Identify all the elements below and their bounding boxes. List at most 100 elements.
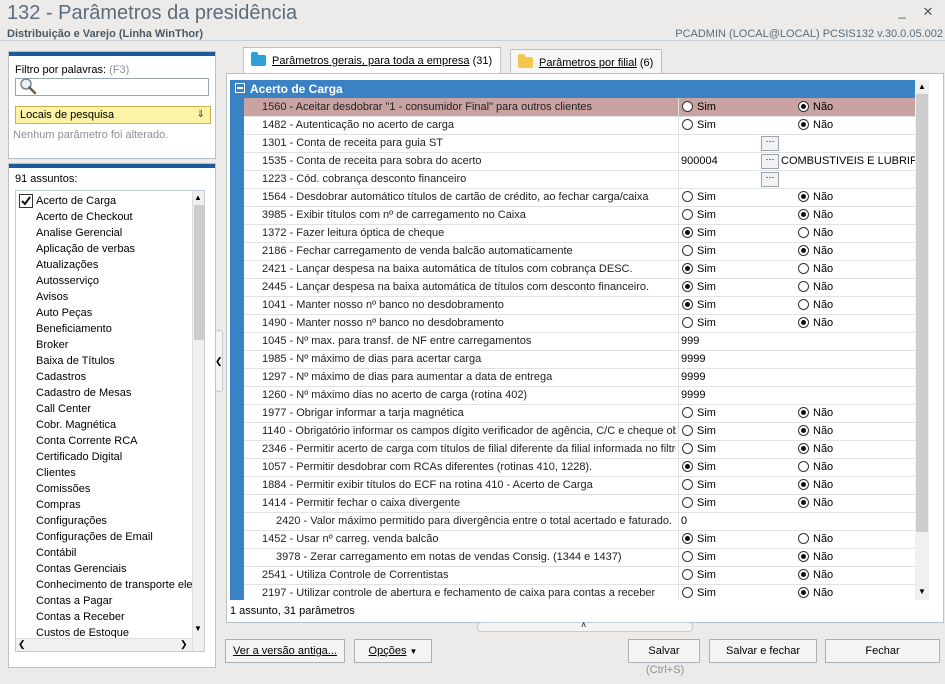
- nao-radio[interactable]: [798, 443, 809, 454]
- text-value[interactable]: 0: [681, 512, 687, 530]
- tab-general-parameters[interactable]: Parâmetros gerais, para toda a empresa (…: [243, 47, 502, 75]
- subject-item[interactable]: Broker: [36, 337, 68, 353]
- parameter-row[interactable]: 3978 - Zerar carregamento em notas de ve…: [244, 548, 915, 567]
- sim-radio[interactable]: [682, 443, 693, 454]
- text-value[interactable]: 9999: [681, 368, 705, 386]
- nao-radio[interactable]: [798, 299, 809, 310]
- nao-radio[interactable]: [798, 191, 809, 202]
- parameter-row[interactable]: 1560 - Aceitar desdobrar "1 - consumidor…: [244, 98, 915, 117]
- close-window-button[interactable]: ✕: [919, 4, 937, 20]
- sim-radio[interactable]: [682, 551, 693, 562]
- sim-radio[interactable]: [682, 281, 693, 292]
- subject-item[interactable]: Contábil: [36, 545, 76, 561]
- sim-radio[interactable]: [682, 569, 693, 580]
- parameter-row[interactable]: 1535 - Conta de receita para sobra do ac…: [244, 152, 915, 171]
- subject-item[interactable]: Compras: [36, 497, 81, 513]
- nao-radio[interactable]: [798, 227, 809, 238]
- parameter-row[interactable]: 1372 - Fazer leitura óptica de cheque Sim…: [244, 224, 915, 243]
- subject-item[interactable]: Conta Corrente RCA: [36, 433, 138, 449]
- nao-radio[interactable]: [798, 317, 809, 328]
- parameter-row[interactable]: 1564 - Desdobrar automático títulos de c…: [244, 188, 915, 207]
- sim-radio[interactable]: [682, 587, 693, 598]
- parameter-row[interactable]: 1884 - Permitir exibir títulos do ECF na…: [244, 476, 915, 495]
- parameter-row[interactable]: 2445 - Lançar despesa na baixa automátic…: [244, 278, 915, 297]
- nao-radio[interactable]: [798, 479, 809, 490]
- parameter-row[interactable]: 1297 - Nº máximo de dias para aumentar a…: [244, 368, 915, 387]
- nao-radio[interactable]: [798, 263, 809, 274]
- nao-radio[interactable]: [798, 425, 809, 436]
- parameter-row[interactable]: 1301 - Conta de receita para guia ST ⋯: [244, 134, 915, 153]
- subject-item[interactable]: Conhecimento de transporte ele: [36, 577, 193, 593]
- parameter-row[interactable]: 1985 - Nº máximo de dias para acertar ca…: [244, 350, 915, 369]
- subject-item[interactable]: Cadastros: [36, 369, 86, 385]
- sim-radio[interactable]: [682, 299, 693, 310]
- subject-item[interactable]: Contas Gerenciais: [36, 561, 127, 577]
- text-value[interactable]: 9999: [681, 350, 705, 368]
- nao-radio[interactable]: [798, 569, 809, 580]
- scroll-right-icon[interactable]: ❯: [180, 639, 188, 650]
- parameter-row[interactable]: 2346 - Permitir acerto de carga com títu…: [244, 440, 915, 459]
- subject-item[interactable]: Aplicação de verbas: [36, 241, 135, 257]
- subject-item[interactable]: Analise Gerencial: [36, 225, 122, 241]
- subject-item[interactable]: Atualizações: [36, 257, 98, 273]
- sim-radio[interactable]: [682, 245, 693, 256]
- minimize-button[interactable]: _: [893, 4, 911, 20]
- parameter-row[interactable]: 3985 - Exibir títulos com nº de carregam…: [244, 206, 915, 225]
- scroll-down-icon[interactable]: ▼: [194, 624, 202, 633]
- subject-item[interactable]: Beneficiamento: [36, 321, 112, 337]
- sim-radio[interactable]: [682, 407, 693, 418]
- subject-item[interactable]: Cobr. Magnética: [36, 417, 116, 433]
- lookup-button[interactable]: ⋯: [761, 136, 779, 151]
- nao-radio[interactable]: [798, 119, 809, 130]
- scrollbar-thumb[interactable]: [194, 205, 204, 340]
- subjects-horizontal-scrollbar[interactable]: ❮ ❯: [16, 638, 192, 651]
- subject-item[interactable]: Contas a Pagar: [36, 593, 112, 609]
- collapse-left-icon[interactable]: ❮: [215, 356, 223, 367]
- subject-item[interactable]: Auto Peças: [36, 305, 92, 321]
- nao-radio[interactable]: [798, 461, 809, 472]
- checkbox-checked-icon[interactable]: [19, 194, 33, 208]
- subject-item[interactable]: Cadastro de Mesas: [36, 385, 131, 401]
- save-and-close-button[interactable]: Salvar e fechar: [709, 639, 817, 663]
- parameter-row[interactable]: 2421 - Lançar despesa na baixa automátic…: [244, 260, 915, 279]
- subject-item[interactable]: Comissões: [36, 481, 90, 497]
- nao-radio[interactable]: [798, 533, 809, 544]
- tab-branch-parameters[interactable]: Parâmetros por filial (6): [510, 49, 663, 74]
- nao-radio[interactable]: [798, 551, 809, 562]
- sim-radio[interactable]: [682, 317, 693, 328]
- nao-radio[interactable]: [798, 281, 809, 292]
- sim-radio[interactable]: [682, 425, 693, 436]
- nao-radio[interactable]: [798, 209, 809, 220]
- nao-radio[interactable]: [798, 245, 809, 256]
- parameter-row[interactable]: 1482 - Autenticação no acerto de carga Si…: [244, 116, 915, 135]
- parameter-row[interactable]: 1223 - Cód. cobrança desconto financeiro…: [244, 170, 915, 189]
- scroll-up-icon[interactable]: ▲: [194, 193, 202, 202]
- text-value[interactable]: 999: [681, 332, 699, 350]
- subject-item[interactable]: Configurações de Email: [36, 529, 153, 545]
- parameter-row[interactable]: 2541 - Utiliza Controle de Correntistas S…: [244, 566, 915, 585]
- save-button[interactable]: Salvar: [628, 639, 700, 663]
- nao-radio[interactable]: [798, 101, 809, 112]
- parameter-row[interactable]: 1977 - Obrigar informar a tarja magnétic…: [244, 404, 915, 423]
- sim-radio[interactable]: [682, 461, 693, 472]
- search-input[interactable]: [15, 78, 209, 96]
- options-button[interactable]: Opções ▼: [354, 639, 432, 663]
- sim-radio[interactable]: [682, 497, 693, 508]
- subject-item[interactable]: Clientes: [36, 465, 76, 481]
- lookup-button[interactable]: ⋯: [761, 154, 779, 169]
- lookup-code[interactable]: 900004: [681, 152, 718, 170]
- sim-radio[interactable]: [682, 479, 693, 490]
- scrollbar-thumb[interactable]: [916, 94, 928, 532]
- subject-item[interactable]: Avisos: [36, 289, 68, 305]
- text-value[interactable]: 9999: [681, 386, 705, 404]
- close-button[interactable]: Fechar: [825, 639, 940, 663]
- parameter-row[interactable]: 1452 - Usar nº carreg. venda balcão Sim Nã…: [244, 530, 915, 549]
- parameter-row[interactable]: 1045 - Nº max. para transf. de NF entre …: [244, 332, 915, 351]
- sim-radio[interactable]: [682, 263, 693, 274]
- subject-item[interactable]: Baixa de Títulos: [36, 353, 115, 369]
- search-locations-dropdown[interactable]: Locais de pesquisa ⇓: [15, 106, 211, 124]
- grid-vertical-scrollbar[interactable]: ▲ ▼: [915, 80, 929, 600]
- scroll-down-icon[interactable]: ▼: [918, 587, 926, 596]
- subjects-vertical-scrollbar[interactable]: ▲ ▼: [192, 191, 204, 651]
- sim-radio[interactable]: [682, 119, 693, 130]
